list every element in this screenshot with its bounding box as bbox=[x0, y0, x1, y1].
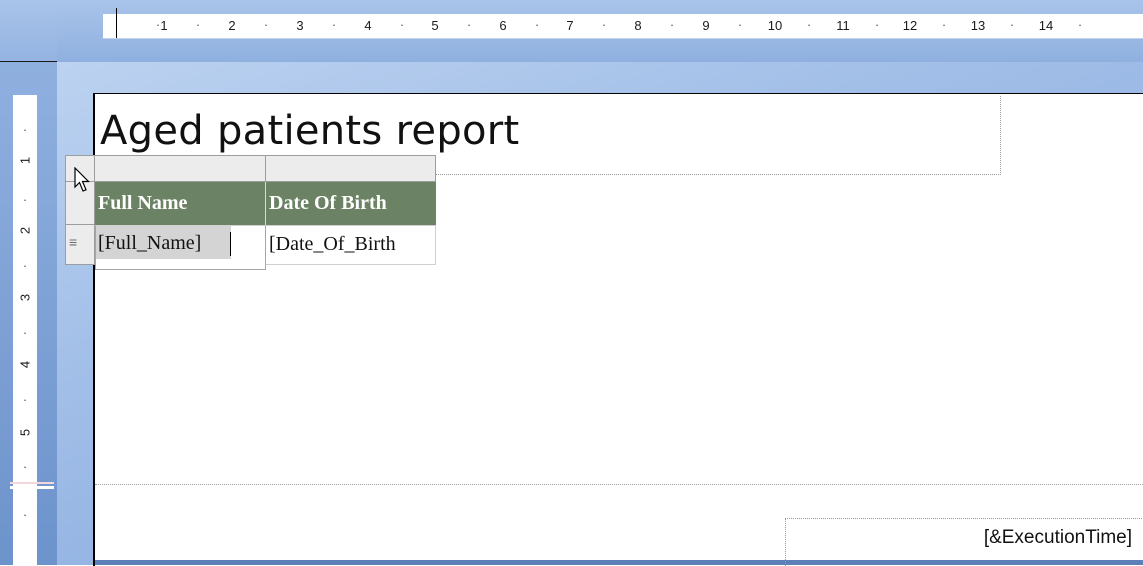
ruler-tick: · bbox=[263, 17, 269, 32]
ruler-band-marker bbox=[10, 482, 54, 484]
ruler-tick: · bbox=[669, 17, 675, 32]
ruler-tick: · bbox=[22, 258, 28, 273]
ruler-number: 5 bbox=[431, 18, 439, 33]
vertical-ruler[interactable]: · 1 · 2 · 3 · 4 · 5 · · bbox=[13, 95, 37, 565]
ruler-tick: · bbox=[466, 17, 472, 32]
header-cell-full-name[interactable]: Full Name bbox=[95, 182, 266, 225]
mouse-pointer-icon bbox=[74, 167, 90, 192]
report-title[interactable]: Aged patients report bbox=[100, 108, 520, 154]
ruler-tick: · bbox=[22, 459, 28, 474]
ruler-tick: · bbox=[1009, 17, 1015, 32]
ruler-tick: · bbox=[737, 17, 743, 32]
details-row-icon: ≡ bbox=[69, 234, 78, 250]
ruler-number: 1 bbox=[17, 156, 33, 165]
ruler-number: 13 bbox=[970, 18, 986, 33]
ruler-tick: · bbox=[22, 192, 28, 207]
ruler-number: 10 bbox=[767, 18, 783, 33]
ruler-tick: · bbox=[331, 17, 337, 32]
ruler-position-marker bbox=[116, 8, 117, 38]
ruler-number: 9 bbox=[702, 18, 710, 33]
page-footer-separator bbox=[95, 484, 1143, 485]
ruler-band-marker bbox=[10, 486, 54, 489]
ruler-tick: · bbox=[874, 17, 880, 32]
horizontal-ruler[interactable]: · 1 · 2 · 3 · 4 · 5 · 6 · 7 · 8 · 9 · 10… bbox=[103, 14, 1143, 39]
header-cell-date-of-birth[interactable]: Date Of Birth bbox=[266, 182, 436, 225]
ruler-tick: · bbox=[22, 392, 28, 407]
column-handle-1[interactable] bbox=[95, 155, 266, 182]
ruler-number: 3 bbox=[17, 293, 33, 302]
ruler-number: 2 bbox=[228, 18, 236, 33]
ruler-corner bbox=[0, 0, 57, 62]
text-caret bbox=[230, 232, 231, 256]
ruler-tick: · bbox=[22, 325, 28, 340]
ruler-tick: · bbox=[195, 17, 201, 32]
ruler-number: 11 bbox=[836, 18, 850, 33]
ruler-number: 12 bbox=[902, 18, 918, 33]
ruler-tick: · bbox=[601, 17, 607, 32]
ruler-number: 14 bbox=[1038, 18, 1054, 33]
ruler-number: 3 bbox=[296, 18, 304, 33]
ruler-tick: · bbox=[22, 122, 28, 137]
ruler-number: 7 bbox=[566, 18, 574, 33]
ruler-number: 2 bbox=[17, 226, 33, 235]
ruler-tick: · bbox=[941, 17, 947, 32]
ruler-tick: · bbox=[399, 17, 405, 32]
ruler-number: 8 bbox=[634, 18, 642, 33]
ruler-number: 5 bbox=[17, 428, 33, 437]
field-full-name[interactable]: [Full_Name] bbox=[98, 225, 201, 261]
ruler-tick: · bbox=[22, 507, 28, 522]
ruler-tick: · bbox=[534, 17, 540, 32]
ruler-number: 1 bbox=[160, 18, 168, 33]
ruler-tick: · bbox=[806, 17, 812, 32]
ruler-number: 4 bbox=[17, 360, 33, 369]
ruler-number: 6 bbox=[499, 18, 507, 33]
detail-cell-date-of-birth[interactable]: [Date_Of_Birth bbox=[266, 225, 436, 265]
execution-time-expression[interactable]: [&ExecutionTime] bbox=[984, 527, 1132, 549]
ruler-number: 4 bbox=[364, 18, 372, 33]
ruler-tick: · bbox=[1077, 17, 1083, 32]
column-handle-2[interactable] bbox=[266, 155, 436, 182]
